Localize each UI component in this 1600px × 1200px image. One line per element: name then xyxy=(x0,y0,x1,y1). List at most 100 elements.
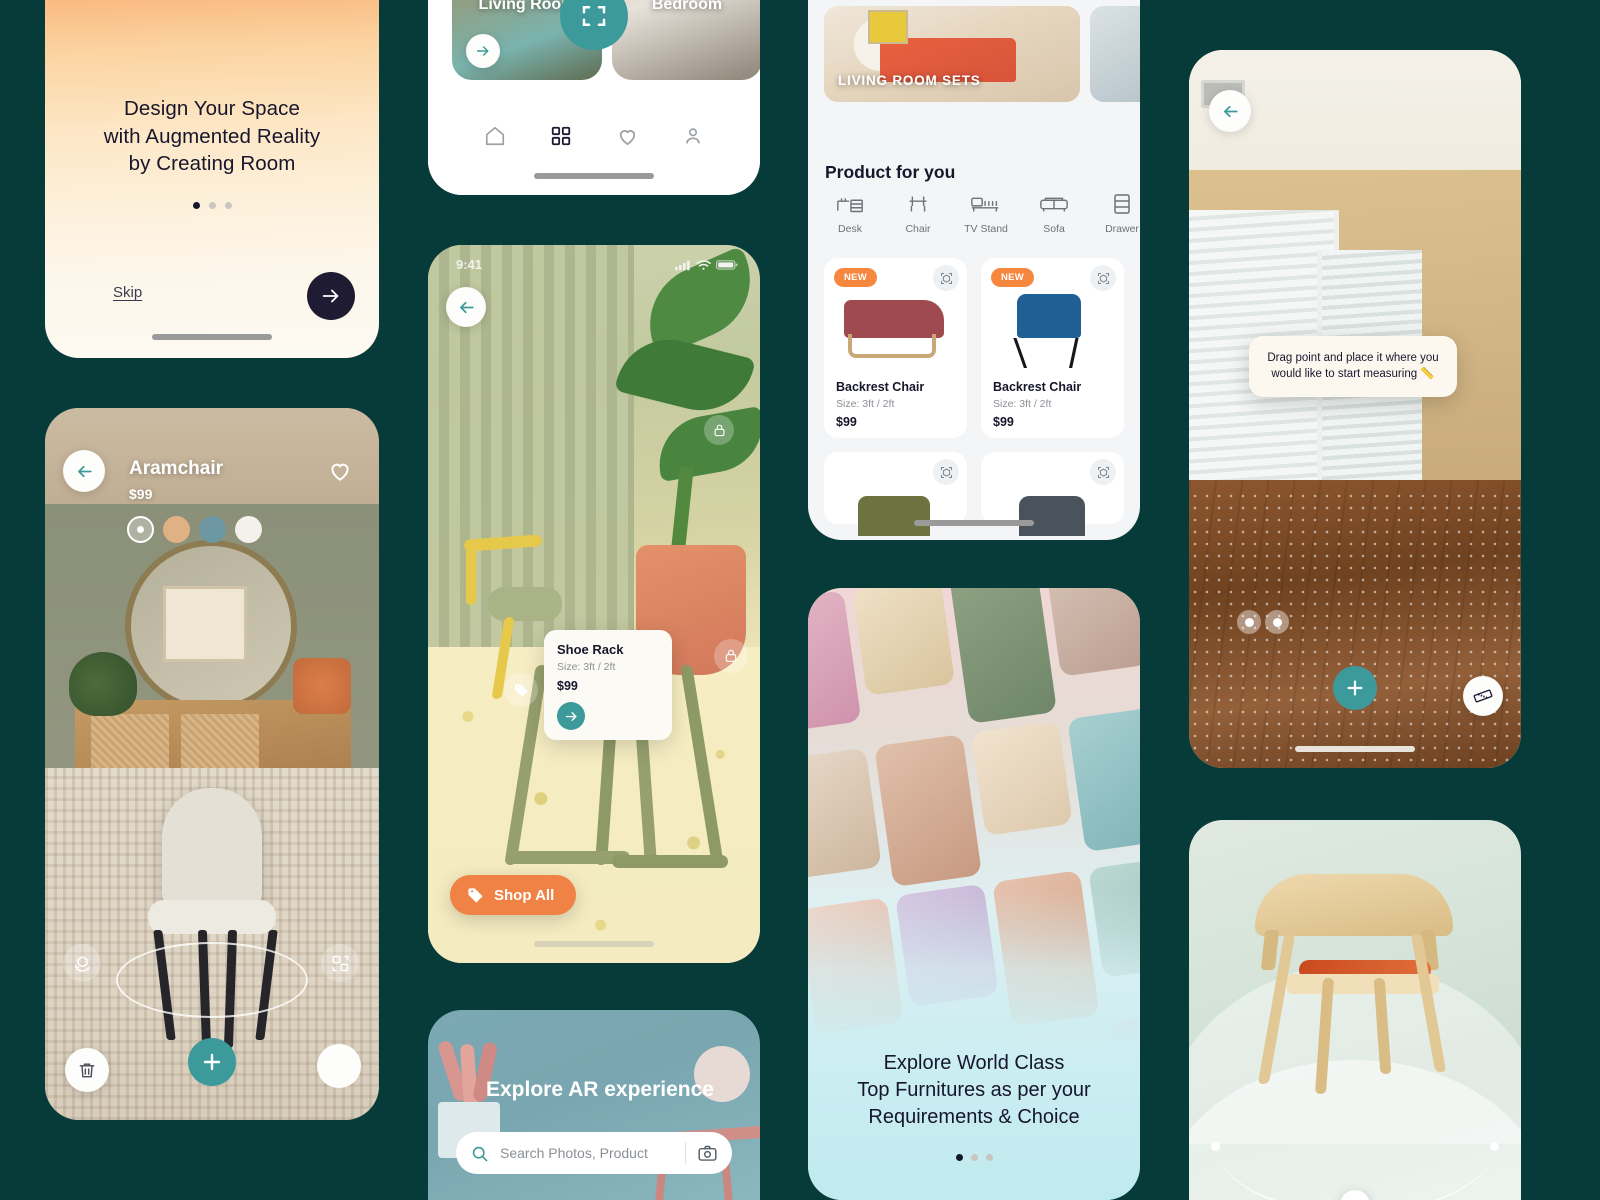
category-label: Desk xyxy=(838,223,862,235)
collage-title: Explore World Class Top Furnitures as pe… xyxy=(808,1050,1140,1131)
category-desk[interactable]: Desk xyxy=(820,192,880,235)
measure-point-b[interactable] xyxy=(1265,610,1289,634)
room-tile-bedroom[interactable]: Bedroom xyxy=(612,0,760,80)
price-tag-button[interactable] xyxy=(504,673,538,707)
screenshot-canvas: Design Your Space with Augmented Reality… xyxy=(0,0,1600,1200)
ruler-tool-button[interactable] xyxy=(1463,676,1503,716)
back-button[interactable] xyxy=(63,450,105,492)
product-name: Shoe Rack xyxy=(557,642,624,657)
bottom-tab-bar[interactable] xyxy=(428,109,760,195)
tab-profile[interactable] xyxy=(660,125,726,147)
color-swatches[interactable] xyxy=(127,516,262,543)
measure-drag-points[interactable] xyxy=(1237,610,1289,634)
arrow-left-icon xyxy=(1223,105,1238,117)
collage-tile xyxy=(852,588,955,696)
search-bar[interactable]: Search Photos, Product xyxy=(456,1132,732,1174)
ar-explore-search-screen: Explore AR experience Search Photos, Pro… xyxy=(428,1010,760,1200)
product-name: Backrest Chair xyxy=(836,380,925,394)
lock-button-top[interactable] xyxy=(704,415,734,445)
plant-decor xyxy=(600,245,760,587)
ar-view-button[interactable] xyxy=(933,459,959,485)
page-dot[interactable] xyxy=(985,1154,993,1161)
back-button[interactable] xyxy=(1209,90,1251,132)
product-price: $99 xyxy=(993,415,1014,429)
category-tv-stand[interactable]: TV Stand xyxy=(956,192,1016,235)
favorite-button[interactable] xyxy=(323,454,357,488)
product-name: Backrest Chair xyxy=(993,380,1082,394)
chair-3d-model[interactable] xyxy=(1247,874,1463,1094)
resize-model-button[interactable] xyxy=(321,944,359,982)
search-input[interactable]: Search Photos, Product xyxy=(500,1145,674,1161)
arrow-right-icon xyxy=(565,711,577,721)
category-label: Chair xyxy=(905,223,931,235)
tab-favorites[interactable] xyxy=(594,125,660,148)
collage-tile xyxy=(874,734,982,888)
page-dot[interactable] xyxy=(208,202,216,209)
next-button[interactable] xyxy=(307,272,355,320)
product-card[interactable]: NEW Backrest Chair Size: 3ft / 2ft $99 xyxy=(981,258,1124,438)
camera-icon[interactable] xyxy=(697,1143,718,1164)
category-chair[interactable]: Chair xyxy=(888,192,948,235)
ar-view-button[interactable] xyxy=(933,265,959,291)
product-detail-button[interactable] xyxy=(557,702,585,730)
color-swatch[interactable] xyxy=(235,516,262,543)
color-swatch[interactable] xyxy=(163,516,190,543)
product-image xyxy=(1019,496,1085,536)
onboarding-page-dots[interactable] xyxy=(45,202,379,209)
search-icon xyxy=(472,1146,488,1161)
collage-tile xyxy=(808,747,883,879)
ar-cube-icon xyxy=(1097,272,1109,284)
delete-button[interactable] xyxy=(65,1048,109,1092)
measure-point-a[interactable] xyxy=(1237,610,1261,634)
tab-home[interactable] xyxy=(462,125,528,147)
rotate-model-button[interactable] xyxy=(63,944,101,982)
skip-button[interactable]: Skip xyxy=(113,284,142,301)
page-dot[interactable] xyxy=(955,1154,963,1161)
back-button[interactable] xyxy=(446,287,486,327)
color-swatch-selected[interactable] xyxy=(127,516,154,543)
plus-icon xyxy=(203,1053,221,1071)
add-object-button[interactable] xyxy=(188,1038,236,1086)
lock-button[interactable] xyxy=(714,639,748,673)
product-grid[interactable]: NEW Backrest Chair Size: 3ft / 2ft $99 N… xyxy=(824,258,1124,536)
tab-categories[interactable] xyxy=(528,125,594,147)
home-screen: Living Room Bedroom Kitchen xyxy=(428,0,760,195)
shop-all-button[interactable]: Shop All xyxy=(450,875,577,915)
onboarding-title-line2: with Augmented Reality xyxy=(103,124,321,148)
banner-living-room-sets[interactable]: LIVING ROOM SETS xyxy=(824,6,1080,102)
chair-icon xyxy=(909,196,927,212)
product-card[interactable]: NEW Backrest Chair Size: 3ft / 2ft $99 xyxy=(824,258,967,438)
color-swatch[interactable] xyxy=(199,516,226,543)
scan-frame-icon xyxy=(582,6,606,26)
ar-view-button[interactable] xyxy=(1090,265,1116,291)
rotation-arc-slider[interactable] xyxy=(1189,1134,1521,1200)
camera-shutter-button[interactable] xyxy=(317,1044,361,1088)
banner-carousel[interactable]: LIVING ROOM SETS OFFICE xyxy=(824,6,1140,102)
page-dot[interactable] xyxy=(970,1154,978,1161)
trash-icon xyxy=(79,1063,95,1078)
category-drawer[interactable]: Drawer xyxy=(1092,192,1140,235)
price-tag-icon xyxy=(468,887,483,903)
drawer-icon xyxy=(1114,194,1130,214)
product-card[interactable] xyxy=(824,452,967,536)
page-dot[interactable] xyxy=(224,202,232,209)
arrow-right-icon xyxy=(322,289,339,303)
category-filter-row[interactable]: Desk Chair TV Stand Sofa Drawer Bed xyxy=(820,192,1140,235)
arc-endpoint-left xyxy=(1211,1142,1220,1151)
collage-tile xyxy=(808,590,862,734)
product-info-card[interactable]: Shoe Rack Size: 3ft / 2ft $99 xyxy=(544,630,672,740)
collage-title-line3: Requirements & Choice xyxy=(868,1106,1080,1128)
room-go-button[interactable] xyxy=(466,34,500,68)
collage-page-dots[interactable] xyxy=(808,1154,1140,1161)
lock-icon xyxy=(714,424,724,436)
product-card[interactable] xyxy=(981,452,1124,536)
product-image xyxy=(838,292,953,370)
ar-view-button[interactable] xyxy=(1090,459,1116,485)
page-dot[interactable] xyxy=(192,202,200,209)
product-price: $99 xyxy=(129,486,153,502)
desk-icon xyxy=(837,198,863,213)
category-sofa[interactable]: Sofa xyxy=(1024,192,1084,235)
banner-office[interactable]: OFFICE xyxy=(1090,6,1140,102)
collage-title-line1: Explore World Class xyxy=(883,1052,1065,1074)
add-measure-point-button[interactable] xyxy=(1333,666,1377,710)
